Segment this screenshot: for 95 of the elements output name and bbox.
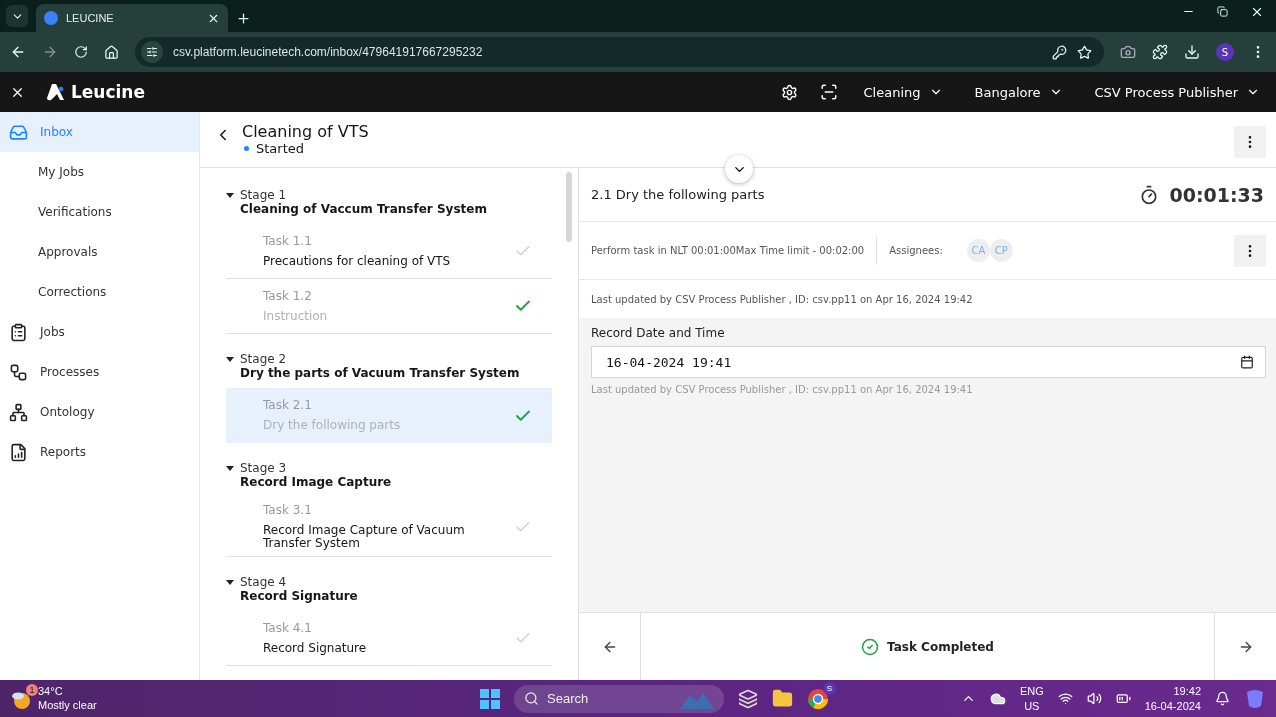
- stage-name: Record Image Capture: [239, 475, 393, 489]
- assignee-avatar: CA: [966, 239, 990, 262]
- sidebar-item[interactable]: Ontology: [0, 392, 199, 432]
- windows-logo-icon[interactable]: [480, 688, 500, 709]
- plus-icon[interactable]: [236, 11, 251, 26]
- assignee-avatar: CP: [989, 239, 1013, 262]
- expand-triangle-icon[interactable]: [226, 465, 234, 471]
- sidebar-item[interactable]: Processes: [0, 352, 199, 392]
- copilot-icon[interactable]: [1244, 687, 1266, 710]
- stage-label: Stage 4: [240, 575, 287, 590]
- task-number: Task 2.1: [263, 398, 313, 413]
- task-row[interactable]: Task 3.1 Record Image Capture of Vacuum Transfer System: [226, 497, 552, 558]
- field-note: Last updated by CSV Process Publisher , ID: csv.pp11 on Apr 16, 2024 19:41: [591, 384, 974, 395]
- task-name: Record Image Capture of Vacuum Transfer System: [263, 524, 466, 551]
- time-limit-text: Perform task in NLT 00:01:00Max Time limit - 00:02:00: [591, 245, 865, 256]
- notification-badge: 1: [26, 683, 38, 696]
- hierarchy-icon: [9, 402, 28, 422]
- scrollbar[interactable]: [566, 172, 572, 242]
- task-number: Task 1.2: [263, 288, 313, 303]
- task-title: 2.1 Dry the following parts: [591, 187, 766, 202]
- sidebar-item[interactable]: Verifications: [0, 192, 199, 232]
- stage-label: Stage 2: [240, 352, 287, 366]
- home-icon[interactable]: [104, 44, 119, 60]
- task-name: Precautions for cleaning of VTS: [263, 254, 452, 269]
- brand-name: Leucine: [71, 82, 145, 102]
- address-bar[interactable]: csv.platform.leucinetech.com/inbox/479641917667295232: [135, 37, 1104, 67]
- header-dropdown[interactable]: Bangalore: [968, 84, 1069, 100]
- header-dropdown[interactable]: CSV Process Publisher: [1088, 84, 1266, 100]
- inbox-icon: [9, 122, 28, 142]
- restore-icon[interactable]: [1217, 6, 1228, 17]
- timer: 00:01:33: [1169, 183, 1264, 206]
- date-time-field[interactable]: 16-04-2024 19:41: [591, 346, 1266, 378]
- profile-badge: S: [823, 681, 836, 695]
- bell-icon[interactable]: [1215, 691, 1230, 706]
- weather-condition: Mostly clear: [38, 698, 97, 712]
- wifi-icon[interactable]: [1057, 691, 1073, 706]
- calendar-icon[interactable]: [1240, 355, 1254, 369]
- stage-name: Cleaning of Vaccum Transfer System: [239, 202, 488, 216]
- flowchart-icon: [9, 362, 28, 382]
- stage-label: Stage 1: [240, 188, 287, 202]
- browser-app-icon[interactable]: [807, 687, 829, 710]
- sidebar-item[interactable]: Jobs: [0, 312, 199, 352]
- sidebar-item[interactable]: Approvals: [0, 232, 199, 272]
- stage-label: Stage 3: [240, 461, 287, 475]
- stage-name: Dry the parts of Vacuum Transfer System: [239, 366, 521, 380]
- extensions-icon[interactable]: [1152, 44, 1168, 60]
- scan-icon[interactable]: [819, 83, 838, 101]
- browser-tab[interactable]: LEUCINE: [36, 4, 228, 32]
- task-name: Record Signature: [263, 642, 368, 656]
- task-status: Task Completed: [887, 639, 994, 654]
- sidebar-item[interactable]: My Jobs: [0, 152, 199, 192]
- job-title: Cleaning of VTS: [242, 122, 370, 141]
- site-settings-button[interactable]: [141, 41, 163, 63]
- task-number: Task 4.1: [263, 621, 313, 636]
- task-row[interactable]: Task 1.1 Precautions for cleaning of VTS: [226, 224, 552, 279]
- taskbar-search[interactable]: Search: [514, 684, 724, 713]
- settings-icon[interactable]: [780, 83, 798, 101]
- check-circle-icon: [861, 637, 880, 656]
- report-icon: [9, 442, 28, 462]
- download-icon[interactable]: [1184, 44, 1200, 60]
- task-name: Instruction: [263, 309, 329, 324]
- camera-icon[interactable]: [1120, 44, 1136, 60]
- expand-triangle-icon[interactable]: [226, 192, 234, 198]
- header-dropdown[interactable]: Cleaning: [857, 84, 949, 100]
- task-number: Task 1.1: [263, 233, 313, 248]
- last-updated-text: Last updated by CSV Process Publisher , ID: csv.pp11 on Apr 16, 2024 19:42: [591, 293, 973, 305]
- field-label: Record Date and Time: [591, 326, 726, 340]
- temperature: 34°C: [38, 685, 64, 699]
- search-icon[interactable]: [524, 691, 539, 706]
- battery-icon[interactable]: [1115, 691, 1131, 706]
- status-dot: [244, 146, 249, 151]
- favicon-icon: [44, 11, 58, 25]
- stage-name: Record Signature: [239, 589, 359, 604]
- reload-icon[interactable]: [74, 45, 88, 59]
- job-status: Started: [256, 141, 304, 156]
- language-indicator[interactable]: ENG US: [1019, 684, 1044, 713]
- weather-widget[interactable]: 1 34°C Mostly clear: [10, 685, 480, 712]
- volume-icon[interactable]: [1086, 691, 1102, 706]
- task-view-icon[interactable]: [738, 688, 758, 709]
- sidebar-item[interactable]: Corrections: [0, 272, 199, 312]
- task-row[interactable]: Task 4.1 Record Signature: [226, 611, 552, 667]
- sidebar-item[interactable]: Reports: [0, 432, 199, 472]
- clock[interactable]: 19:42 16-04-2024: [1144, 684, 1201, 713]
- folder-icon[interactable]: [772, 688, 793, 709]
- star-icon[interactable]: [1077, 44, 1092, 60]
- profile-avatar[interactable]: S: [1216, 43, 1234, 61]
- key-icon[interactable]: [1052, 44, 1067, 60]
- task-number: Task 3.1: [263, 503, 313, 517]
- sliders-icon[interactable]: [146, 46, 158, 58]
- clipboard-icon: [9, 322, 28, 342]
- task-name: Dry the following parts: [263, 419, 402, 433]
- logo-icon: [45, 82, 65, 102]
- expand-triangle-icon[interactable]: [226, 579, 234, 585]
- assignees-label: Assignees:: [889, 245, 943, 256]
- expand-triangle-icon[interactable]: [226, 356, 234, 362]
